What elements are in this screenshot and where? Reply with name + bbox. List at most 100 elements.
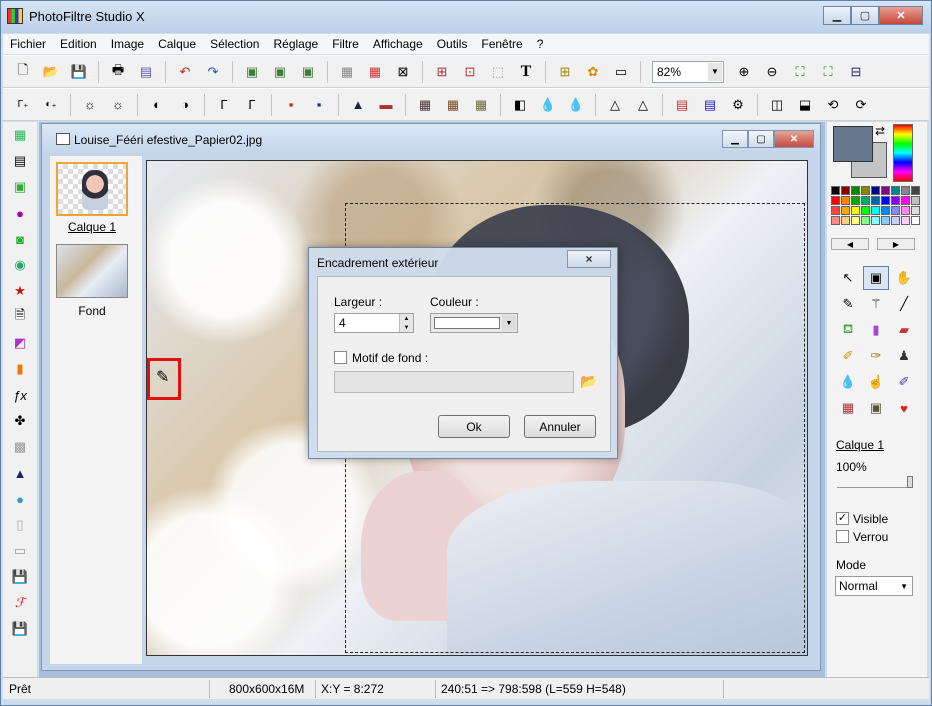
visible-checkbox[interactable]: ✓ — [836, 512, 849, 525]
camera-icon[interactable]: ◙ — [9, 228, 31, 250]
rotate-left-icon[interactable]: ⟲ — [821, 93, 845, 117]
maximize-button[interactable]: ▢ — [851, 6, 879, 25]
blur-more-icon[interactable]: 💧 — [564, 93, 588, 117]
fx-icon[interactable]: ƒx — [9, 384, 31, 406]
saturation-minus-icon[interactable]: ▪ — [279, 93, 303, 117]
copy-icon[interactable]: ▣ — [240, 60, 264, 84]
clone-portrait-icon[interactable]: ▣ — [863, 396, 889, 420]
chevron-down-icon[interactable]: ▼ — [708, 62, 722, 81]
layers-icon[interactable]: ▤ — [9, 150, 31, 172]
sphere-icon[interactable]: ● — [9, 202, 31, 224]
menu-reglage[interactable]: Réglage — [266, 37, 325, 51]
line-tool-icon[interactable]: ╱ — [891, 292, 917, 316]
open-folder-icon[interactable]: 📂 — [39, 60, 63, 84]
brush-icon[interactable]: ✐ — [835, 344, 861, 368]
contrast-minus-icon[interactable]: ◐ — [145, 93, 169, 117]
brightness-minus-icon[interactable]: ☼ — [78, 93, 102, 117]
fullscreen-icon[interactable]: ⊟ — [844, 60, 868, 84]
lock-checkbox[interactable] — [836, 530, 849, 543]
pattern-path-field[interactable] — [334, 371, 574, 393]
color-fade-icon[interactable]: ▤ — [698, 93, 722, 117]
gradient-icon[interactable]: ▦ — [335, 60, 359, 84]
layer-label-fond[interactable]: Fond — [50, 304, 134, 318]
swap-colors-icon[interactable]: ⇄ — [875, 124, 885, 138]
doc-minimize-button[interactable]: ▁ — [722, 130, 748, 148]
film-icon[interactable]: ▯ — [9, 514, 31, 536]
doc-close-button[interactable]: ✕ — [774, 130, 814, 148]
rainbow-gradient-icon[interactable]: ▤ — [670, 93, 694, 117]
menu-fichier[interactable]: Fichier — [3, 37, 53, 51]
menu-affichage[interactable]: Affichage — [366, 37, 430, 51]
gamma-auto-icon[interactable]: Γ₊ — [11, 93, 35, 117]
advanced-brush-icon[interactable]: ✑ — [863, 344, 889, 368]
blend-mode-select[interactable]: Normal ▼ — [835, 576, 913, 596]
save-2000-icon[interactable]: 💾 — [9, 566, 31, 588]
fill-bucket-icon[interactable]: ⛾ — [835, 318, 861, 342]
eraser-icon[interactable]: ▰ — [891, 318, 917, 342]
actual-size-icon[interactable]: ⛶ — [816, 60, 840, 84]
gradient-tool-icon[interactable]: ◩ — [9, 332, 31, 354]
mosaic-icon[interactable]: ▦ — [413, 93, 437, 117]
keyboard-icon[interactable]: ▭ — [9, 540, 31, 562]
zoom-select[interactable]: 82% ▼ — [652, 60, 724, 83]
transparency-icon[interactable]: ⊠ — [391, 60, 415, 84]
menu-outils[interactable]: Outils — [430, 37, 475, 51]
menu-fenetre[interactable]: Fenêtre — [474, 37, 529, 51]
paste-icon[interactable]: ▣ — [268, 60, 292, 84]
knot-icon[interactable]: ✤ — [9, 410, 31, 432]
text-tool-icon[interactable]: T — [514, 60, 538, 84]
font-icon[interactable]: ℱ — [9, 592, 31, 614]
color-palette[interactable] — [831, 186, 920, 225]
minimize-button[interactable]: ▁ — [823, 6, 851, 25]
orange-gradient-icon[interactable]: ▮ — [9, 358, 31, 380]
ball-icon[interactable]: ● — [9, 488, 31, 510]
hand-tool-icon[interactable]: ✋ — [891, 266, 917, 290]
ok-button[interactable]: Ok — [438, 415, 510, 438]
html-export-icon[interactable]: 💾 — [9, 618, 31, 640]
layer-thumbnail-calque1[interactable] — [56, 162, 128, 216]
menu-selection[interactable]: Sélection — [203, 37, 266, 51]
brightness-plus-icon[interactable]: ☼ — [106, 93, 130, 117]
deform-grid-icon[interactable]: ▦ — [835, 396, 861, 420]
menu-help[interactable]: ? — [530, 37, 551, 51]
redo-icon[interactable]: ↷ — [201, 60, 225, 84]
window-icon[interactable]: ▭ — [609, 60, 633, 84]
menu-edition[interactable]: Edition — [53, 37, 104, 51]
palette-next-icon[interactable]: ▶ — [877, 238, 915, 250]
pointer-tool-icon[interactable]: ↖ — [835, 266, 861, 290]
gamma-plus-icon[interactable]: Γ — [240, 93, 264, 117]
menu-image[interactable]: Image — [104, 37, 151, 51]
sharpen-more-icon[interactable]: △ — [631, 93, 655, 117]
new-file-icon[interactable]: 🗋 — [11, 60, 35, 84]
paste-new-icon[interactable]: ▣ — [296, 60, 320, 84]
slider-knob[interactable] — [907, 476, 913, 488]
grid-icon[interactable]: ▩ — [9, 436, 31, 458]
foreground-color-swatch[interactable] — [833, 126, 873, 162]
eyedropper-tool-icon[interactable]: ✎ — [835, 292, 861, 316]
color-spectrum[interactable] — [893, 124, 913, 182]
zoom-out-icon[interactable]: ⊖ — [760, 60, 784, 84]
current-layer-name[interactable]: Calque 1 — [836, 438, 884, 452]
dialog-close-button[interactable]: × — [567, 250, 611, 268]
menu-filtre[interactable]: Filtre — [325, 37, 366, 51]
color-select[interactable]: ▼ — [430, 313, 518, 333]
doc-maximize-button[interactable]: ▢ — [748, 130, 774, 148]
color-balance-icon[interactable]: ▬ — [374, 93, 398, 117]
mountain-icon[interactable]: ▲ — [9, 462, 31, 484]
dodge-brush-icon[interactable]: ✐ — [891, 370, 917, 394]
scan-icon[interactable]: ▤ — [134, 60, 158, 84]
menu-calque[interactable]: Calque — [151, 37, 203, 51]
cancel-button[interactable]: Annuler — [524, 415, 596, 438]
opacity-slider[interactable] — [837, 476, 913, 488]
save-icon[interactable]: 💾 — [67, 60, 91, 84]
flip-vertical-icon[interactable]: ⬓ — [793, 93, 817, 117]
document-icon[interactable]: 🗎 — [9, 306, 31, 328]
star-icon[interactable]: ★ — [9, 280, 31, 302]
zoom-in-icon[interactable]: ⊕ — [732, 60, 756, 84]
monitor-icon[interactable]: ▣ — [9, 176, 31, 198]
color-grid-icon[interactable]: ▦ — [363, 60, 387, 84]
explorer-icon[interactable]: ⊞ — [553, 60, 577, 84]
selection-tool-icon[interactable]: ▣ — [863, 266, 889, 290]
pattern-checkbox[interactable] — [334, 351, 347, 364]
canvas-size-icon[interactable]: ⊡ — [458, 60, 482, 84]
